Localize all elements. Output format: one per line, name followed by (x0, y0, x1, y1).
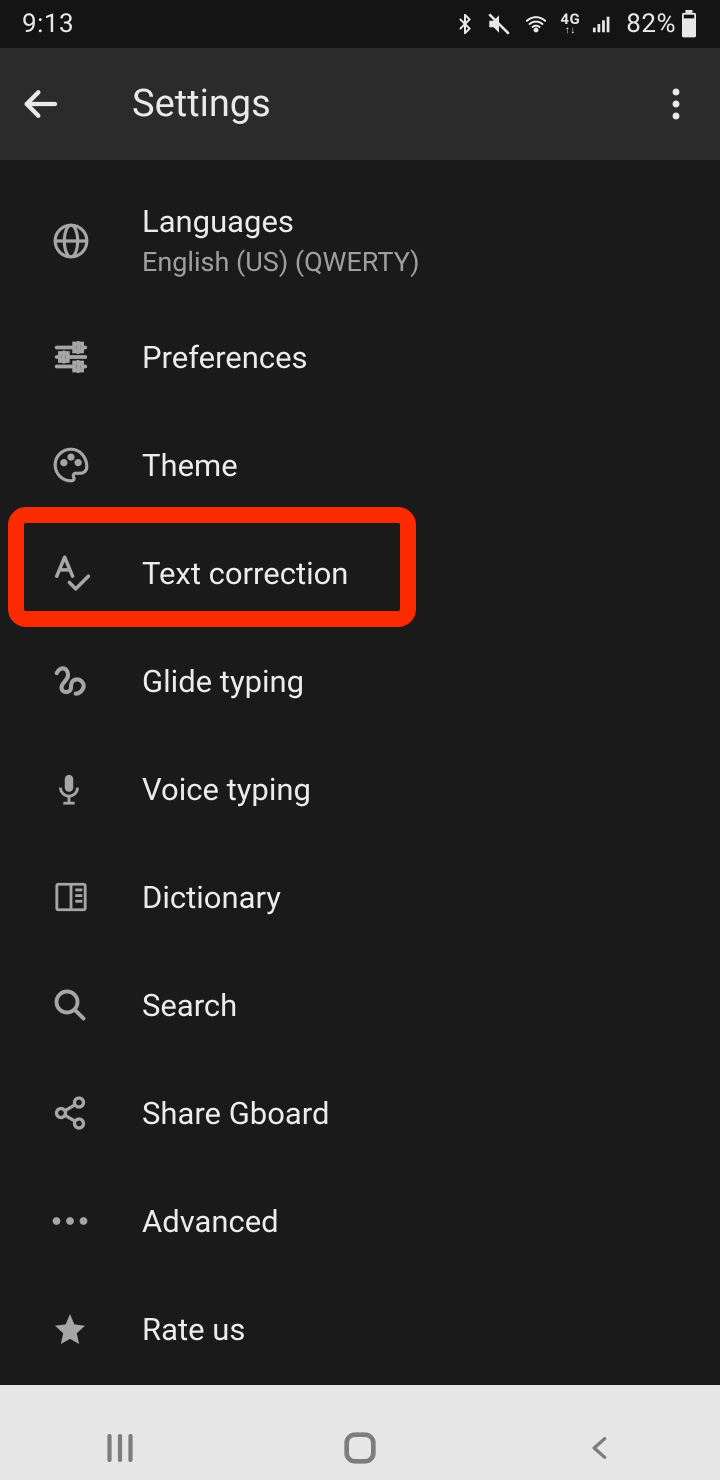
settings-item-preferences[interactable]: Preferences (0, 303, 720, 411)
settings-item-rate-us[interactable]: Rate us (0, 1275, 720, 1383)
settings-item-search[interactable]: Search (0, 951, 720, 1059)
settings-list[interactable]: Languages English (US) (QWERTY) Preferen… (0, 160, 720, 1385)
settings-item-title: Voice typing (142, 771, 311, 808)
settings-item-share-gboard[interactable]: Share Gboard (0, 1059, 720, 1167)
network-4g-icon: 4G↑↓ (560, 13, 580, 36)
settings-item-languages[interactable]: Languages English (US) (QWERTY) (0, 160, 720, 303)
chevron-left-icon (586, 1430, 614, 1466)
spellcheck-icon (52, 554, 142, 592)
app-bar: Settings (0, 48, 720, 160)
settings-item-title: Advanced (142, 1203, 279, 1240)
status-icons: 4G↑↓ 82% (454, 9, 698, 39)
settings-item-title: Languages (142, 203, 420, 240)
settings-item-theme[interactable]: Theme (0, 411, 720, 519)
settings-item-title: Search (142, 987, 237, 1024)
battery-percent: 82% (626, 9, 676, 39)
more-vert-icon (672, 88, 680, 120)
status-time: 9:13 (22, 9, 74, 39)
screen: 9:13 4G↑↓ 82% Settings (0, 0, 720, 1480)
settings-item-title: Glide typing (142, 663, 304, 700)
settings-item-glide-typing[interactable]: Glide typing (0, 627, 720, 735)
settings-item-voice-typing[interactable]: Voice typing (0, 735, 720, 843)
search-icon (52, 987, 142, 1023)
palette-icon (52, 446, 142, 484)
bluetooth-icon (454, 11, 476, 37)
share-icon (52, 1095, 142, 1131)
mic-icon (52, 770, 142, 808)
system-nav-bar (0, 1385, 720, 1480)
star-icon (52, 1311, 142, 1347)
page-title: Settings (84, 82, 652, 126)
settings-item-text-correction[interactable]: Text correction (0, 519, 720, 627)
settings-item-title: Theme (142, 447, 238, 484)
overflow-menu-button[interactable] (652, 88, 700, 120)
settings-item-subtitle: English (US) (QWERTY) (142, 246, 420, 278)
signal-icon (590, 13, 616, 35)
back-nav-button[interactable] (540, 1418, 660, 1478)
home-button[interactable] (300, 1418, 420, 1478)
settings-item-title: Rate us (142, 1311, 245, 1348)
battery-icon (680, 10, 698, 38)
settings-item-title: Text correction (142, 555, 348, 592)
globe-icon (52, 222, 142, 260)
battery-indicator: 82% (626, 9, 698, 39)
settings-item-dictionary[interactable]: Dictionary (0, 843, 720, 951)
arrow-back-icon (20, 84, 60, 124)
gesture-icon (52, 662, 142, 700)
settings-item-advanced[interactable]: Advanced (0, 1167, 720, 1275)
home-icon (340, 1428, 380, 1468)
sliders-icon (52, 338, 142, 376)
back-button[interactable] (20, 84, 84, 124)
mute-icon (486, 11, 512, 37)
settings-item-title: Dictionary (142, 879, 281, 916)
status-bar: 9:13 4G↑↓ 82% (0, 0, 720, 48)
wifi-icon (522, 13, 550, 35)
recents-icon (102, 1430, 138, 1466)
settings-item-title: Share Gboard (142, 1095, 329, 1132)
settings-item-title: Preferences (142, 339, 308, 376)
book-icon (52, 880, 142, 914)
more-horiz-icon (52, 1214, 142, 1228)
recents-button[interactable] (60, 1418, 180, 1478)
